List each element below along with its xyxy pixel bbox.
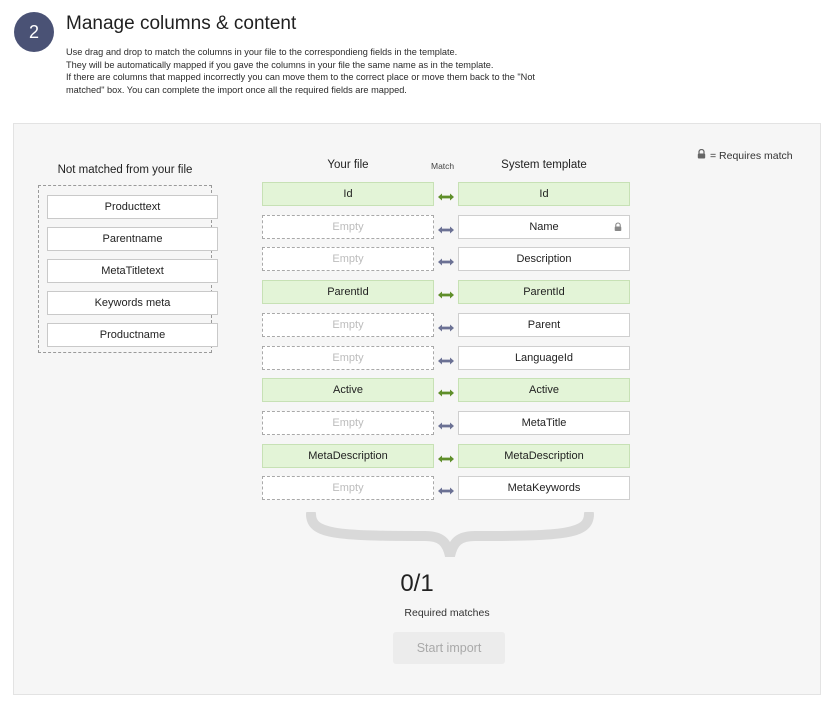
your-file-header: Your file (327, 159, 369, 171)
instruction-line: If there are columns that mapped incorre… (66, 72, 535, 82)
match-arrow-icon (437, 222, 455, 234)
page-title: Manage columns & content (66, 13, 297, 34)
match-arrow-icon (437, 483, 455, 495)
template-field-label: ParentId (523, 286, 565, 298)
file-column-slot[interactable]: Active (262, 378, 434, 402)
file-column-slot[interactable]: Empty (262, 411, 434, 435)
template-field[interactable]: ParentId (458, 280, 630, 304)
template-field-label: Name (529, 221, 559, 233)
required-matches-count: 0/1 (400, 570, 434, 597)
file-column-slot[interactable]: Empty (262, 247, 434, 271)
template-field-label: Id (539, 188, 549, 200)
unmatched-column-item[interactable]: Productname (47, 323, 218, 347)
unmatched-column-item[interactable]: Parentname (47, 227, 218, 251)
instruction-line: They will be automatically mapped if you… (66, 59, 494, 70)
file-column-slot[interactable]: Empty (262, 346, 434, 370)
match-arrow-icon (437, 418, 455, 430)
legend-text: = Requires match (710, 149, 793, 162)
match-arrow-icon (437, 287, 455, 299)
match-arrow-icon (437, 451, 455, 463)
start-import-button[interactable]: Start import (393, 632, 505, 664)
template-field[interactable]: MetaKeywords (458, 476, 630, 500)
template-field[interactable]: MetaTitle (458, 411, 630, 435)
step-number-badge: 2 (14, 12, 54, 52)
match-arrow-icon (437, 189, 455, 201)
template-field[interactable]: Active (458, 378, 630, 402)
instructions: Use drag and drop to match the columns i… (66, 46, 666, 96)
template-field[interactable]: MetaDescription (458, 444, 630, 468)
template-field-label: MetaTitle (521, 417, 567, 429)
template-field[interactable]: Name (458, 215, 630, 239)
match-arrow-icon (437, 320, 455, 332)
lock-icon (614, 222, 622, 235)
template-field[interactable]: Description (458, 247, 630, 271)
template-field-label: Parent (527, 319, 561, 331)
requires-match-legend: = Requires match (697, 148, 793, 162)
unmatched-column-item[interactable]: Keywords meta (47, 291, 218, 315)
template-field[interactable]: Id (458, 182, 630, 206)
template-field[interactable]: LanguageId (458, 346, 630, 370)
file-column-slot[interactable]: Empty (262, 215, 434, 239)
required-matches-label: Required matches (404, 607, 490, 619)
instruction-line: matched" box. You can complete the impor… (66, 84, 407, 95)
match-arrow-icon (437, 254, 455, 266)
file-column-slot[interactable]: MetaDescription (262, 444, 434, 468)
unmatched-column-item[interactable]: Producttext (47, 195, 218, 219)
template-field-label: Active (529, 384, 559, 396)
file-column-slot[interactable]: ParentId (262, 280, 434, 304)
file-column-slot[interactable]: Id (262, 182, 434, 206)
lock-icon (697, 148, 706, 162)
match-header: Match (431, 161, 455, 171)
template-field-label: LanguageId (514, 352, 574, 364)
match-arrow-icon (437, 353, 455, 365)
template-field-label: MetaDescription (504, 450, 584, 462)
template-field[interactable]: Parent (458, 313, 630, 337)
system-template-header: System template (501, 159, 587, 171)
unmatched-column-item[interactable]: MetaTitletext (47, 259, 218, 283)
match-arrow-icon (437, 385, 455, 397)
file-column-slot[interactable]: Empty (262, 476, 434, 500)
brace-graphic (306, 512, 594, 558)
template-field-label: Description (516, 253, 572, 265)
not-matched-title: Not matched from your file (57, 164, 193, 176)
template-field-label: MetaKeywords (507, 482, 581, 494)
file-column-slot[interactable]: Empty (262, 313, 434, 337)
instruction-line: Use drag and drop to match the columns i… (66, 47, 458, 57)
